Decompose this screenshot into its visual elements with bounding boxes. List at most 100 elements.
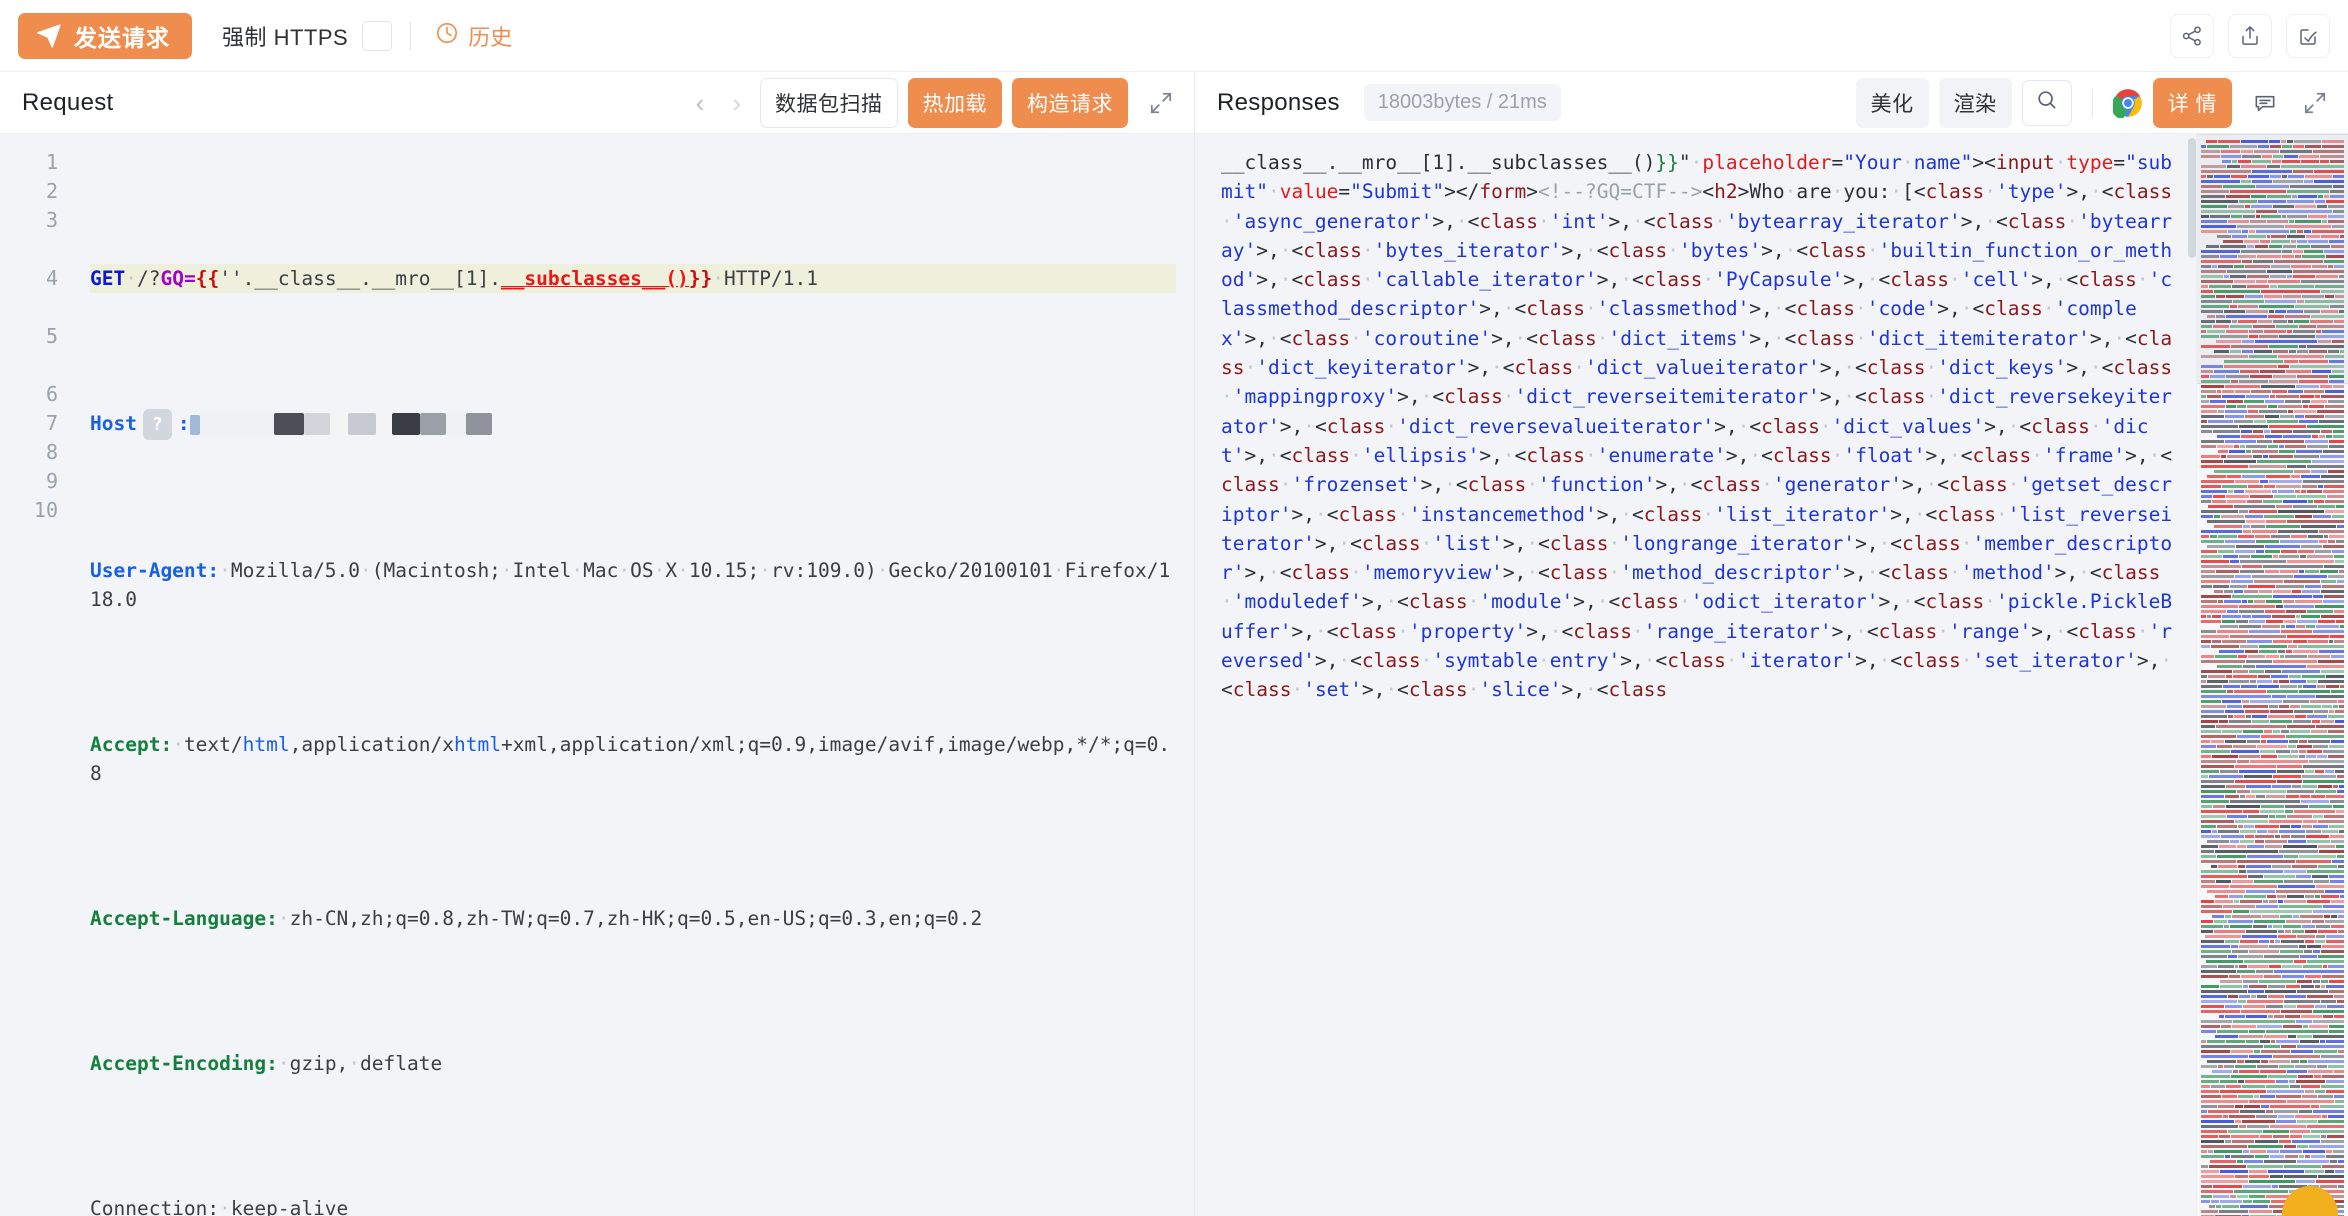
minimap-line [2201, 415, 2345, 418]
history-label: 历史 [468, 24, 513, 50]
minimap-line [2201, 965, 2344, 968]
response-minimap[interactable] [2196, 134, 2348, 1216]
render-button[interactable]: 渲染 [1938, 77, 2012, 128]
line-number: 8 [45, 440, 58, 464]
minimap-line [2201, 620, 2344, 623]
request-pane: Request ‹ › 数据包扫描 热加载 构造请求 1 2 3 4 5 6 7… [0, 72, 1195, 1216]
minimap-line [2201, 735, 2344, 738]
minimap-line [2201, 595, 2344, 598]
request-line-3-user-agent: User-Agent:·Mozilla/5.0·(Macintosh;·Inte… [90, 559, 1171, 611]
minimap-line [2207, 475, 2344, 478]
minimap-line [2201, 1180, 2345, 1183]
minimap-line [2201, 720, 2344, 723]
request-body[interactable]: GET·/?GQ={{''.__class__.__mro__[1].__sub… [72, 134, 1194, 1216]
minimap-line [2201, 910, 2344, 913]
response-body[interactable]: __class__.__mro__[1].__subclasses__()}}"… [1195, 134, 2196, 1216]
response-viewer[interactable]: __class__.__mro__[1].__subclasses__()}}"… [1195, 134, 2348, 1216]
minimap-line [2201, 325, 2344, 328]
send-request-button[interactable]: 发送请求 [18, 12, 192, 59]
request-line-2-host: Host?: [90, 409, 1176, 440]
minimap-line [2201, 260, 2344, 263]
minimap-line [2201, 405, 2344, 408]
minimap-line [2201, 630, 2344, 633]
minimap-line [2201, 145, 2344, 148]
minimap-line [2201, 255, 2344, 258]
chrome-browser-icon[interactable] [2112, 88, 2143, 118]
minimap-line [2201, 1050, 2344, 1053]
minimap-line [2201, 795, 2344, 798]
minimap-line [2201, 600, 2344, 603]
minimap-line [2223, 240, 2344, 243]
minimap-line [2201, 330, 2344, 333]
expand-fullscreen-icon[interactable] [2292, 90, 2332, 116]
minimap-line [2201, 790, 2344, 793]
minimap-line [2201, 1055, 2344, 1058]
minimap-line [2210, 1160, 2345, 1163]
export-button[interactable] [2228, 13, 2272, 58]
minimap-line [2201, 270, 2344, 273]
minimap-line [2214, 525, 2344, 528]
minimap-line [2201, 1125, 2344, 1128]
prev-request-arrow[interactable]: ‹ [687, 90, 714, 116]
minimap-line [2201, 655, 2345, 658]
minimap-line [2201, 820, 2344, 823]
minimap-line [2201, 1080, 2344, 1083]
minimap-line [2216, 340, 2345, 343]
minimap-line [2207, 890, 2344, 893]
minimap-line [2201, 765, 2344, 768]
minimap-line [2220, 980, 2344, 983]
minimap-line [2201, 390, 2344, 393]
minimap-line [2201, 355, 2345, 358]
comment-icon[interactable] [2242, 90, 2282, 116]
minimap-line [2201, 680, 2345, 683]
minimap-line [2201, 635, 2344, 638]
next-request-arrow[interactable]: › [723, 90, 750, 116]
hot-reload-button[interactable]: 热加载 [907, 77, 1002, 128]
response-scrollbar[interactable] [2188, 134, 2196, 1216]
minimap-line [2201, 335, 2344, 338]
minimap-line [2201, 425, 2344, 428]
minimap-line [2201, 400, 2344, 403]
request-line-numbers: 1 2 3 4 5 6 7 8 9 10 [0, 134, 72, 1216]
build-request-button[interactable]: 构造请求 [1012, 77, 1128, 128]
minimap-line [2219, 650, 2344, 653]
response-body-text: __class__.__mro__[1].__subclasses__()}}"… [1221, 151, 2173, 702]
minimap-line [2201, 830, 2345, 833]
beautify-button[interactable]: 美化 [1855, 77, 1929, 128]
request-pane-header: Request ‹ › 数据包扫描 热加载 构造请求 [0, 72, 1194, 134]
minimap-line [2201, 385, 2344, 388]
minimap-line [2220, 625, 2345, 628]
minimap-line [2201, 165, 2344, 168]
minimap-line [2201, 750, 2344, 753]
request-editor[interactable]: 1 2 3 4 5 6 7 8 9 10 GET·/?GQ={{''.__cla… [0, 134, 1194, 1216]
detail-button[interactable]: 详 情 [2152, 77, 2232, 128]
minimap-line [2215, 1035, 2344, 1038]
request-line-7-connection: Connection:·keep-alive [90, 1197, 349, 1216]
minimap-line [2201, 575, 2344, 578]
search-button[interactable] [2021, 79, 2072, 126]
minimap-line [2201, 555, 2344, 558]
line-number-wrap [0, 351, 58, 380]
minimap-line [2207, 840, 2344, 843]
minimap-line [2201, 565, 2344, 568]
line-number: 7 [45, 411, 58, 435]
response-scroll-thumb[interactable] [2188, 138, 2196, 258]
line-number: 4 [45, 266, 58, 290]
minimap-lines [2197, 134, 2348, 1216]
toolbar-divider [410, 20, 412, 51]
force-https-checkbox[interactable] [362, 20, 393, 51]
packet-scan-button[interactable]: 数据包扫描 [760, 77, 898, 128]
edit-button[interactable] [2286, 13, 2330, 58]
minimap-line [2201, 1045, 2345, 1048]
expand-fullscreen-icon[interactable] [1138, 90, 1178, 116]
minimap-line [2201, 560, 2344, 563]
minimap-line [2206, 140, 2344, 143]
send-request-label: 发送请求 [74, 24, 170, 51]
minimap-line [2201, 275, 2344, 278]
history-button[interactable]: 历史 [429, 19, 518, 53]
minimap-line [2201, 1010, 2344, 1013]
minimap-line [2201, 885, 2344, 888]
share-button[interactable] [2170, 13, 2214, 58]
minimap-line [2201, 810, 2345, 813]
minimap-line [2201, 1040, 2345, 1043]
